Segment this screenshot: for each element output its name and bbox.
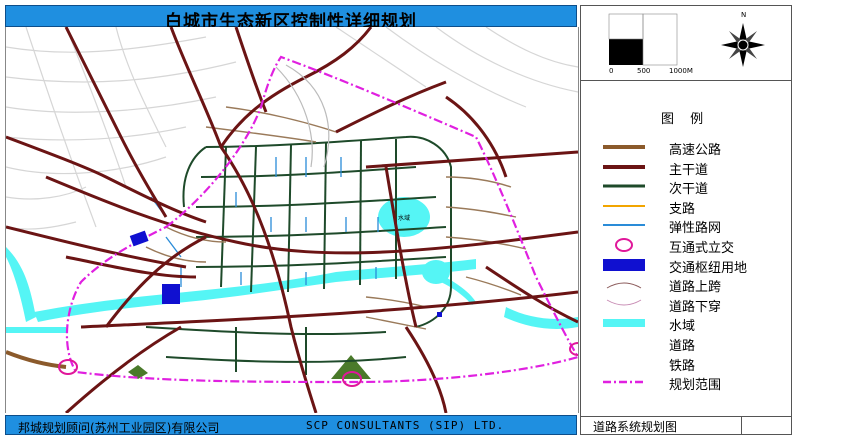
legend-swatch: [606, 299, 642, 306]
arterial-roads: [6, 27, 578, 413]
legend-item: 主干道: [601, 157, 791, 178]
legend-label: 次干道: [669, 182, 709, 198]
legend-label: 道路上跨: [669, 280, 722, 296]
legend-label: 弹性路网: [669, 221, 722, 237]
legend-swatch: [603, 184, 645, 188]
company-name-cn: 邦城规划顾问(苏州工业园区)有限公司: [18, 421, 220, 435]
drawing-name: 道路系统规划图: [593, 420, 678, 434]
legend-label: 规划范围: [669, 378, 722, 394]
scale-and-north: 0 500 1000M N: [581, 6, 791, 81]
scale-bar-segment-filled: [609, 39, 643, 65]
legend-item: 规划范围: [601, 372, 791, 394]
scale-tick-1000: 1000M: [669, 67, 693, 75]
legend-symbol: [615, 238, 633, 252]
legend-symbol: [603, 319, 645, 328]
legend-label: 主干道: [669, 162, 709, 178]
lake-label: 水域: [398, 214, 410, 222]
legend: 图 例 高速公路主干道次干道支路弹性路网互通式立交交通枢纽用地 道路上跨道路下穿水…: [581, 80, 791, 416]
scale-bar-outline: [608, 13, 644, 40]
legend-swatch: [606, 282, 642, 289]
legend-label: 互通式立交: [669, 241, 735, 256]
legend-swatch: [603, 224, 645, 227]
legend-label: 交通枢纽用地: [669, 260, 748, 276]
north-arrow-icon: [721, 23, 765, 67]
legend-label: 高速公路: [669, 143, 722, 158]
right-panel: 0 500 1000M N 图 例 高速公路 主干道 次干道 支路 弹性路网 互…: [580, 5, 792, 435]
legend-item: 互通式立交: [601, 235, 791, 256]
legend-symbol: [606, 282, 642, 289]
legend-item: 支路: [601, 196, 791, 217]
legend-label: 道路下穿: [669, 299, 722, 315]
scale-tick-500: 500: [637, 67, 651, 75]
footer-bar: 邦城规划顾问(苏州工业园区)有限公司 SCP CONSULTANTS (SIP)…: [5, 415, 577, 435]
legend-item: 水域: [601, 313, 791, 335]
drawing-divider: [741, 417, 742, 435]
legend-item: 道路: [601, 333, 791, 354]
legend-label: 水域: [669, 319, 696, 335]
north-label: N: [741, 11, 747, 19]
legend-item: 高速公路: [601, 137, 791, 158]
legend-swatch: [603, 258, 645, 271]
legend-swatch: [603, 145, 645, 149]
legend-swatch: [615, 238, 633, 252]
legend-label: 道路: [669, 339, 696, 354]
legend-swatch: [601, 353, 649, 373]
legend-label: 支路: [669, 201, 696, 217]
legend-label: 铁路: [669, 358, 696, 374]
title-bar: 白城市生态新区控制性详细规划: [5, 5, 577, 32]
legend-swatch: [603, 204, 645, 207]
legend-item: 弹性路网: [601, 215, 791, 237]
legend-swatch: [603, 319, 645, 328]
map-sheet: 白城市生态新区控制性详细规划 水域 邦城规划顾问(苏州工业园区)有限公司 SCP…: [0, 0, 860, 440]
legend-item: 铁路: [601, 353, 791, 374]
existing-road-grid: [6, 27, 578, 230]
legend-item: 次干道: [601, 176, 791, 198]
legend-item: 交通枢纽用地: [601, 255, 791, 276]
road-system-map[interactable]: 水域: [5, 27, 579, 413]
legend-item: 道路下穿: [601, 294, 791, 315]
scale-tick-0: 0: [609, 67, 614, 75]
map-canvas[interactable]: 水域: [6, 27, 578, 413]
legend-swatch: [603, 380, 645, 384]
legend-symbol: [606, 299, 642, 306]
legend-item: 道路上跨: [601, 274, 791, 296]
legend-symbol: [603, 258, 645, 271]
legend-swatch: [603, 164, 645, 169]
green-spaces: [128, 355, 371, 379]
interchanges: [58, 342, 578, 387]
scale-bar-outline-2: [642, 13, 678, 66]
legend-swatch: [601, 333, 649, 353]
drawing-name-box: 道路系统规划图: [581, 416, 791, 435]
legend-title: 图 例: [661, 112, 710, 127]
company-name-en: SCP CONSULTANTS (SIP) LTD.: [306, 419, 505, 432]
secondary-roads: [145, 135, 452, 375]
expressways: [6, 350, 67, 369]
